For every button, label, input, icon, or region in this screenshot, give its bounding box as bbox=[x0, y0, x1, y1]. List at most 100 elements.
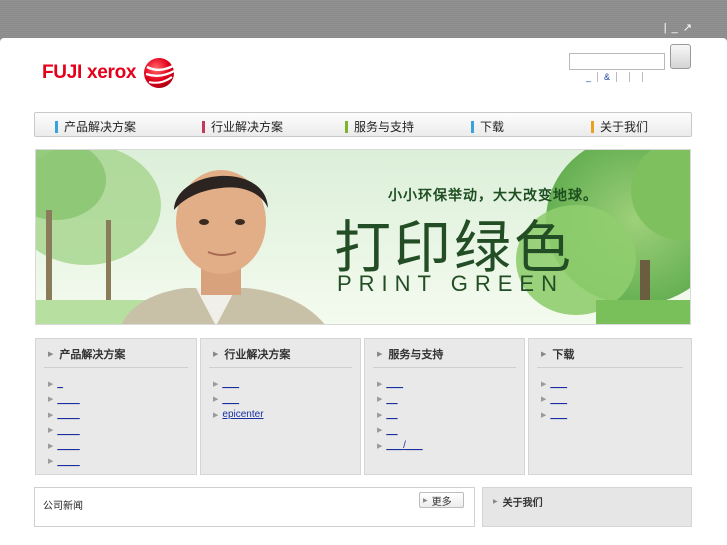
panel-link[interactable]: ___ bbox=[222, 394, 239, 405]
util-link[interactable]: & bbox=[598, 72, 618, 82]
panel-link[interactable]: ___/___ bbox=[386, 440, 422, 451]
triangle-icon: ▶ bbox=[377, 351, 383, 358]
list-item: ▶ ___/___ bbox=[377, 438, 524, 454]
triangle-icon: ▶ bbox=[213, 396, 219, 404]
search-button[interactable] bbox=[670, 44, 691, 69]
panel-industry: ▶ 行业解决方案 ▶ ___ ▶ ___ ▶ epicenter bbox=[200, 338, 361, 475]
panel-link[interactable]: __ bbox=[386, 394, 397, 405]
nav-products[interactable]: 产品解决方案 bbox=[55, 118, 136, 135]
list-item: ▶ ___ bbox=[541, 407, 691, 423]
triangle-icon: ▶ bbox=[377, 427, 383, 435]
panel-link[interactable]: ___ bbox=[550, 394, 567, 405]
nav-label: 关于我们 bbox=[600, 120, 649, 134]
triangle-icon: ▶ bbox=[48, 396, 54, 404]
list-item: ▶ ___ bbox=[213, 392, 360, 408]
panel-link[interactable]: ____ bbox=[57, 440, 79, 451]
triangle-icon: ▶ bbox=[541, 351, 547, 358]
more-button[interactable]: ▶ 更多 bbox=[419, 492, 464, 508]
panel-link[interactable]: ___ bbox=[550, 409, 567, 420]
triangle-icon: ▶ bbox=[213, 351, 219, 358]
list-item: ▶ ___ bbox=[541, 392, 691, 408]
list-item: ▶ ____ bbox=[48, 454, 196, 470]
triangle-icon: ▶ bbox=[48, 380, 54, 388]
triangle-icon: ▶ bbox=[541, 411, 547, 419]
list-item: ▶ ____ bbox=[48, 392, 196, 408]
panel-title[interactable]: ▶ 下载 bbox=[537, 346, 683, 368]
news-title: 公司新闻 bbox=[43, 501, 83, 512]
list-item: ▶ ____ bbox=[48, 438, 196, 454]
nav-service[interactable]: 服务与支持 bbox=[345, 118, 414, 135]
nav-industry[interactable]: 行业解决方案 bbox=[202, 118, 283, 135]
panel-title[interactable]: ▶ 服务与支持 bbox=[373, 346, 516, 368]
panel-link[interactable]: ____ bbox=[57, 409, 79, 420]
nav-label: 服务与支持 bbox=[354, 120, 415, 134]
panel-link-list: ▶ ___ ▶ __ ▶ __ ▶ __ ▶ ___/___ bbox=[377, 376, 524, 454]
nav-about[interactable]: 关于我们 bbox=[591, 118, 648, 135]
util-link[interactable] bbox=[643, 72, 655, 82]
xerox-ball-icon bbox=[144, 58, 175, 88]
list-item: ▶ _ bbox=[48, 376, 196, 392]
panel-link[interactable]: ___ bbox=[550, 378, 567, 389]
window-controls[interactable]: | _ ↗ bbox=[664, 21, 693, 34]
triangle-icon: ▶ bbox=[377, 396, 383, 404]
nav-download[interactable]: 下载 bbox=[471, 118, 504, 135]
about-title[interactable]: ▶ 关于我们 bbox=[493, 494, 543, 509]
nav-color-bar bbox=[55, 120, 58, 133]
panel-link[interactable]: epicenter bbox=[222, 409, 263, 420]
nav-label: 产品解决方案 bbox=[64, 120, 137, 134]
triangle-icon: ▶ bbox=[213, 411, 219, 419]
panel-link[interactable]: ____ bbox=[57, 456, 79, 467]
browser-top-bar: | _ ↗ bbox=[0, 0, 727, 38]
hero-banner[interactable]: 小小环保举动，大大改变地球。 打印绿色 PRINT GREEN bbox=[35, 149, 691, 325]
list-item: ▶ __ bbox=[377, 392, 524, 408]
triangle-icon: ▶ bbox=[48, 351, 54, 358]
nav-color-bar bbox=[471, 120, 474, 133]
list-item: ▶ ___ bbox=[213, 376, 360, 392]
list-item: ▶ epicenter bbox=[213, 407, 360, 423]
hero-subtitle: PRINT GREEN bbox=[337, 271, 564, 296]
list-item: ▶ ___ bbox=[541, 376, 691, 392]
list-item: ▶ ____ bbox=[48, 407, 196, 423]
panel-link-list: ▶ ___ ▶ ___ ▶ epicenter bbox=[213, 376, 360, 423]
panel-link-list: ▶ _ ▶ ____ ▶ ____ ▶ ____ ▶ ____ ▶ ____ bbox=[48, 376, 196, 469]
panel-link[interactable]: ___ bbox=[222, 378, 239, 389]
more-label: 更多 bbox=[431, 496, 452, 508]
main-nav: 产品解决方案 行业解决方案 服务与支持 下载 关于我们 bbox=[34, 112, 692, 137]
triangle-icon: ▶ bbox=[48, 458, 54, 466]
panel-link-list: ▶ ___ ▶ ___ ▶ ___ bbox=[541, 376, 691, 423]
util-link[interactable] bbox=[630, 72, 644, 82]
panel-link[interactable]: __ bbox=[386, 425, 397, 436]
nav-label: 行业解决方案 bbox=[211, 120, 284, 134]
search-input[interactable] bbox=[569, 53, 665, 70]
triangle-icon: ▶ bbox=[541, 396, 547, 404]
nav-color-bar bbox=[345, 120, 348, 133]
triangle-icon: ▶ bbox=[48, 411, 54, 419]
panel-service: ▶ 服务与支持 ▶ ___ ▶ __ ▶ __ ▶ __ ▶ ___/___ bbox=[364, 338, 525, 475]
panel-title[interactable]: ▶ 行业解决方案 bbox=[209, 346, 352, 368]
nav-color-bar bbox=[202, 120, 205, 133]
triangle-icon: ▶ bbox=[423, 497, 428, 504]
panel-download: ▶ 下载 ▶ ___ ▶ ___ ▶ ___ bbox=[528, 338, 692, 475]
triangle-icon: ▶ bbox=[48, 427, 54, 435]
triangle-icon: ▶ bbox=[377, 411, 383, 419]
panel-link[interactable]: ___ bbox=[386, 378, 403, 389]
triangle-icon: ▶ bbox=[213, 380, 219, 388]
panel-products: ▶ 产品解决方案 ▶ _ ▶ ____ ▶ ____ ▶ ____ ▶ ____ ▶ ____ bbox=[35, 338, 197, 475]
nav-color-bar bbox=[591, 120, 594, 133]
fuji-xerox-logo[interactable]: FUJI xerox bbox=[42, 56, 202, 90]
list-item: ▶ ___ bbox=[377, 376, 524, 392]
panel-link[interactable]: ____ bbox=[57, 425, 79, 436]
panel-link[interactable]: __ bbox=[386, 409, 397, 420]
util-link[interactable]: _ bbox=[580, 72, 599, 82]
list-item: ▶ __ bbox=[377, 423, 524, 439]
triangle-icon: ▶ bbox=[493, 499, 498, 505]
panel-link[interactable]: _ bbox=[57, 378, 63, 389]
list-item: ▶ ____ bbox=[48, 423, 196, 439]
nav-label: 下载 bbox=[480, 120, 505, 134]
util-link[interactable] bbox=[617, 72, 631, 82]
panel-link[interactable]: ____ bbox=[57, 394, 79, 405]
panel-title[interactable]: ▶ 产品解决方案 bbox=[44, 346, 188, 368]
list-item: ▶ __ bbox=[377, 407, 524, 423]
triangle-icon: ▶ bbox=[541, 380, 547, 388]
triangle-icon: ▶ bbox=[377, 442, 383, 450]
